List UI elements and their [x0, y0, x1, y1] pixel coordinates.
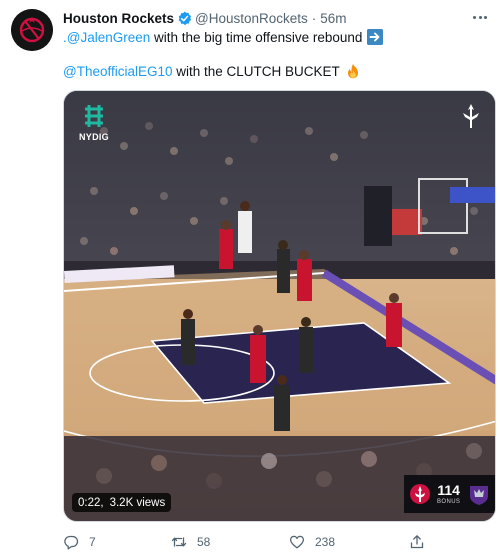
sponsor-logo: NYDIG [76, 101, 112, 145]
reply-icon [64, 535, 79, 550]
tweet-header: Houston Rockets @HoustonRockets · 56m [63, 9, 347, 27]
like-button[interactable]: 238 [289, 532, 335, 552]
rockets-watermark-icon [459, 103, 483, 129]
video-elapsed-time: 0:22 [78, 496, 101, 509]
mention-link[interactable]: @TheofficialEG10 [63, 64, 173, 79]
share-icon [410, 535, 424, 549]
video-stats-badge: 0:22, 3.2K views [72, 493, 172, 512]
mention-link[interactable]: .@JalenGreen [63, 30, 150, 45]
display-name[interactable]: Houston Rockets [63, 11, 174, 26]
sponsor-mark-icon [85, 105, 103, 127]
verified-badge-icon [177, 11, 192, 26]
retweet-button[interactable]: 58 [171, 532, 210, 552]
retweet-count: 58 [197, 535, 211, 549]
video-player[interactable]: NYDIG 0:22, 3.2K views 114 BONUS [63, 90, 496, 522]
tweet[interactable]: Houston Rockets @HoustonRockets · 56m .@… [0, 0, 500, 557]
right-arrow-emoji-icon [367, 29, 384, 45]
tweet-text: with the CLUTCH BUCKET [172, 63, 340, 79]
tweet-actions: 7 58 238 [63, 532, 463, 552]
rockets-logo-icon [409, 483, 431, 505]
fire-emoji-icon [345, 63, 361, 79]
video-frame [64, 91, 495, 521]
kings-logo-icon [468, 482, 490, 506]
more-options-icon[interactable] [468, 7, 492, 27]
rockets-logo-icon [11, 9, 53, 51]
score-block: 114 BONUS [437, 483, 460, 505]
heart-icon [289, 535, 305, 549]
like-count: 238 [315, 535, 336, 549]
avatar[interactable] [11, 9, 53, 51]
tweet-text-line-2: @TheofficialEG10 with the CLUTCH BUCKET [63, 62, 361, 80]
scorebug: 114 BONUS [404, 475, 495, 513]
header-separator: · [311, 10, 317, 26]
stats-separator: , [100, 496, 104, 509]
retweet-icon [171, 537, 187, 547]
team-score: 114 [437, 482, 460, 498]
user-handle[interactable]: @HoustonRockets [195, 11, 308, 26]
bonus-label: BONUS [437, 499, 461, 505]
tweet-text-line-1: .@JalenGreen with the big time offensive… [63, 28, 384, 46]
reply-button[interactable]: 7 [63, 532, 96, 552]
view-count: 3.2K views [109, 496, 166, 509]
tweet-text: with the big time offensive rebound [150, 29, 363, 45]
share-button[interactable] [409, 532, 425, 552]
timestamp[interactable]: 56m [320, 11, 346, 26]
reply-count: 7 [89, 535, 96, 549]
sponsor-name: NYDIG [78, 132, 109, 142]
